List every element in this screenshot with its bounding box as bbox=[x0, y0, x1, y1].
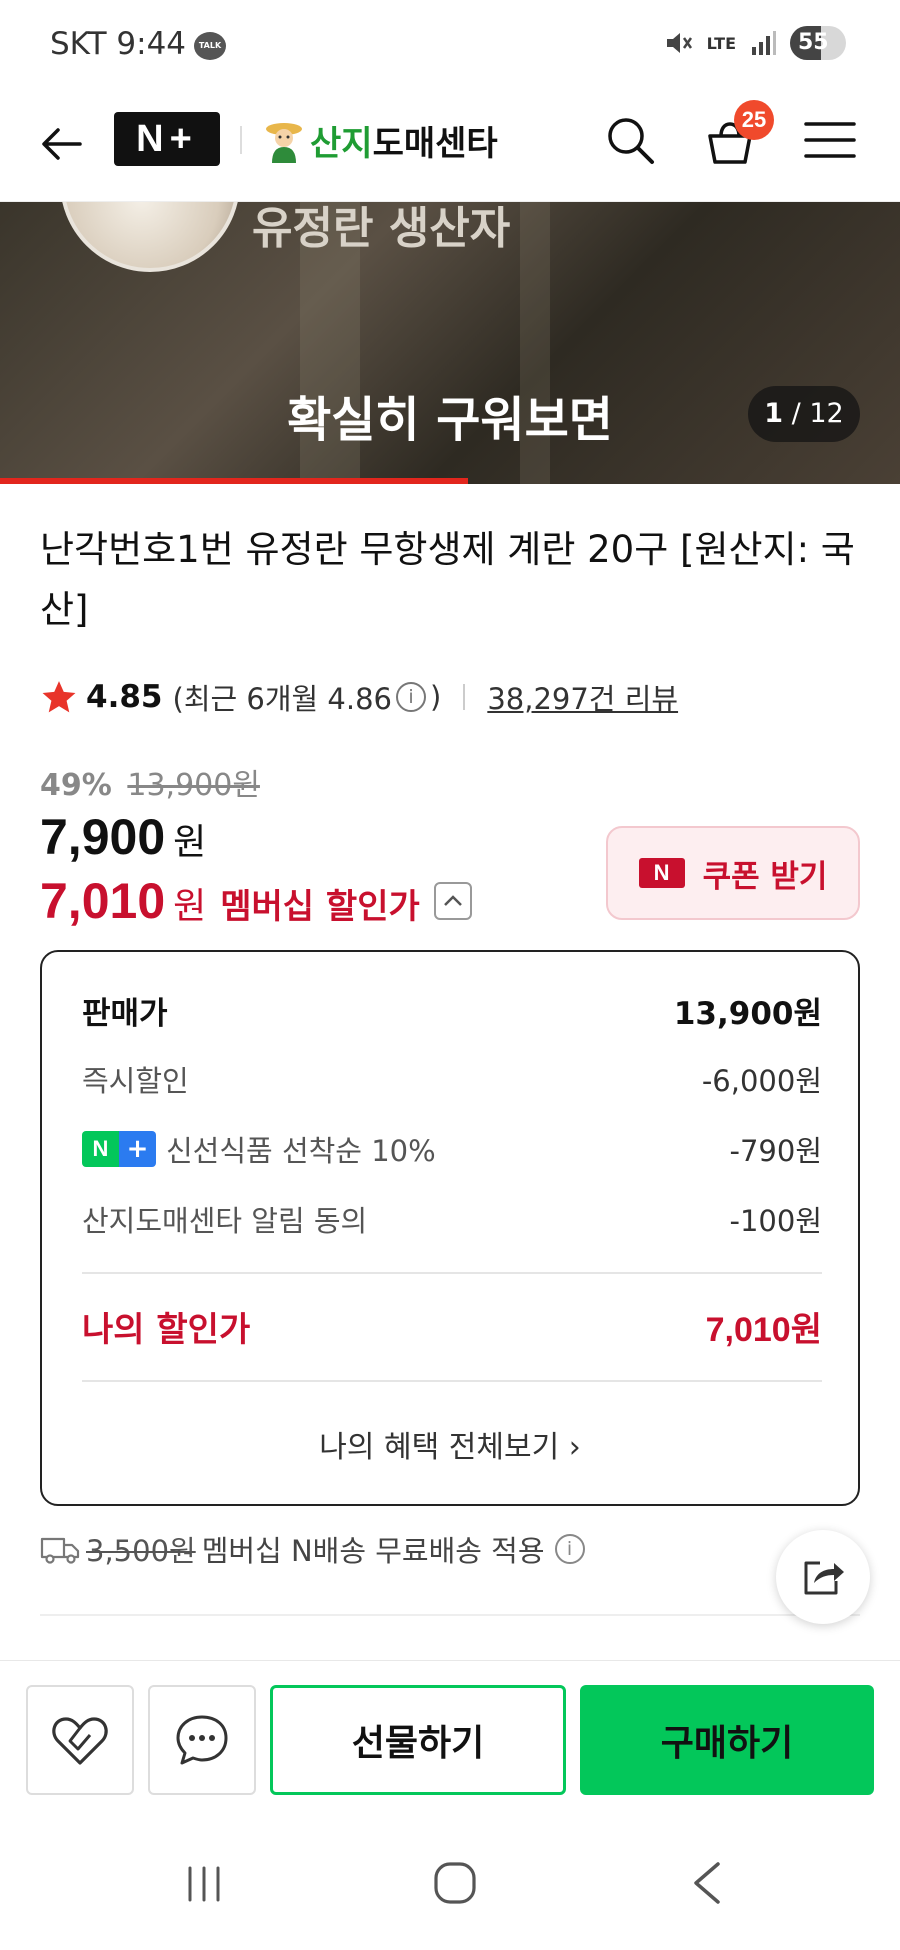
membership-price: 7,010 bbox=[40, 873, 166, 929]
coupon-button[interactable]: N 쿠폰 받기 bbox=[606, 826, 860, 920]
network-type: LTE bbox=[706, 33, 736, 53]
cart-count-badge: 25 bbox=[734, 100, 774, 140]
back-arrow-icon[interactable] bbox=[36, 118, 88, 170]
system-navigation-bar bbox=[0, 1830, 900, 1950]
discount-percent: 49% bbox=[40, 768, 112, 803]
store-brand[interactable]: 산지도매센타 bbox=[264, 116, 498, 165]
sale-price-value: 7,900 bbox=[40, 809, 166, 865]
image-counter-separator: / bbox=[791, 398, 801, 429]
review-count-link[interactable]: 38,297건 리뷰 bbox=[487, 676, 678, 718]
rating-score: 4.85 bbox=[86, 679, 163, 715]
search-icon[interactable] bbox=[602, 112, 658, 168]
naver-plus-badge-icon: N + bbox=[82, 1131, 156, 1167]
view-all-benefits-link[interactable]: 나의 혜택 전체보기 › bbox=[42, 1422, 858, 1466]
membership-price-label: 멤버십 할인가 bbox=[220, 887, 420, 927]
talk-chat-button[interactable] bbox=[148, 1685, 256, 1795]
breakdown-row-alert-consent: 산지도매센타 알림 동의 -100원 bbox=[82, 1198, 822, 1240]
recent-rating-label: (최근 6개월 4.86 bbox=[172, 682, 393, 716]
carousel-progress-bar bbox=[0, 478, 468, 484]
breakdown-label: 즉시할인 bbox=[82, 1064, 189, 1098]
membership-price-row: 7,010 원 멤버십 할인가 bbox=[40, 872, 472, 930]
breakdown-value: -6,000원 bbox=[701, 1064, 822, 1098]
my-discount-label: 나의 할인가 bbox=[82, 1310, 251, 1350]
wishlist-button[interactable] bbox=[26, 1685, 134, 1795]
breakdown-label: 산지도매센타 알림 동의 bbox=[82, 1204, 368, 1238]
membership-price-unit: 원 bbox=[173, 886, 207, 927]
system-back-icon[interactable] bbox=[690, 1860, 724, 1906]
original-price: 13,900원 bbox=[127, 768, 260, 803]
status-bar: SKT 9:44 TALK LTE 55 bbox=[0, 0, 900, 92]
discount-row: 49% 13,900원 bbox=[40, 760, 260, 804]
recent-rating-close: ) bbox=[430, 680, 442, 714]
heart-icon bbox=[52, 1717, 108, 1765]
breakdown-label: 판매가 bbox=[82, 996, 168, 1032]
sale-price-unit: 원 bbox=[173, 822, 207, 863]
info-icon[interactable]: i bbox=[396, 682, 426, 712]
image-counter-current: 1 bbox=[764, 398, 784, 429]
breakdown-label: 신선식품 선착순 10% bbox=[166, 1134, 436, 1168]
store-name-suffix: 도매센타 bbox=[372, 124, 498, 164]
image-counter-total: 12 bbox=[809, 398, 844, 429]
breakdown-row-instant-discount: 즉시할인 -6,000원 bbox=[82, 1058, 822, 1100]
breakdown-row-list-price: 판매가 13,900원 bbox=[82, 988, 822, 1033]
status-time: 9:44 bbox=[116, 26, 187, 62]
delivery-truck-icon bbox=[40, 1537, 80, 1564]
star-icon bbox=[42, 681, 76, 713]
rating-divider bbox=[463, 684, 466, 710]
status-carrier: SKT bbox=[50, 26, 107, 62]
status-carrier-time: SKT 9:44 bbox=[50, 26, 186, 62]
producer-photo bbox=[60, 202, 240, 272]
naver-plus-logo[interactable]: N+ bbox=[114, 112, 220, 166]
product-image-carousel[interactable]: 유정란 생산자 확실히 구워보면 1 / 12 bbox=[0, 202, 900, 484]
signal-icon bbox=[752, 31, 776, 55]
breakdown-divider bbox=[82, 1380, 822, 1382]
header-divider bbox=[240, 126, 242, 154]
store-name-prefix: 산지 bbox=[310, 124, 373, 164]
product-title: 난각번호1번 유정란 무항생제 계란 20구 [원산지: 국산] bbox=[40, 528, 855, 631]
chevron-up-icon[interactable] bbox=[433, 882, 472, 920]
store-name: 산지도매센타 bbox=[310, 116, 498, 165]
rating-row: 4.85 (최근 6개월 4.86 i ) 38,297건 리뷰 bbox=[40, 676, 678, 718]
breakdown-row-fresh-food: N + 신선식품 선착순 10% -790원 bbox=[82, 1128, 822, 1170]
producer-label: 유정란 생산자 bbox=[252, 203, 511, 254]
buy-button[interactable]: 구매하기 bbox=[580, 1685, 874, 1795]
shipping-original-fee: 3,500원 bbox=[86, 1534, 196, 1568]
coupon-button-label: 쿠폰 받기 bbox=[702, 858, 828, 895]
naver-n-icon: N bbox=[638, 858, 685, 888]
breakdown-label-group: N + 신선식품 선착순 10% bbox=[82, 1128, 436, 1170]
image-counter: 1 / 12 bbox=[748, 386, 860, 442]
mute-icon bbox=[666, 33, 692, 53]
farmer-mascot-icon bbox=[266, 122, 302, 163]
bottom-action-bar: 선물하기 구매하기 bbox=[0, 1660, 900, 1810]
hamburger-menu-icon[interactable] bbox=[804, 116, 856, 164]
breakdown-value: 13,900원 bbox=[673, 996, 822, 1032]
price-breakdown-panel: 판매가 13,900원 즉시할인 -6,000원 N + 신선식품 선착순 10%… bbox=[40, 950, 860, 1506]
breakdown-row-my-price: 나의 할인가 7,010원 bbox=[82, 1302, 822, 1351]
share-icon bbox=[804, 1561, 844, 1595]
my-discount-value: 7,010원 bbox=[705, 1311, 822, 1349]
battery-icon: 55 bbox=[790, 26, 846, 60]
gift-button[interactable]: 선물하기 bbox=[270, 1685, 566, 1795]
battery-level: 55 bbox=[798, 30, 829, 55]
recent-apps-icon[interactable] bbox=[184, 1864, 224, 1904]
info-icon[interactable]: i bbox=[554, 1534, 585, 1564]
share-button[interactable] bbox=[776, 1530, 870, 1624]
status-icons: LTE 55 bbox=[663, 26, 846, 60]
section-divider bbox=[40, 1614, 860, 1616]
home-icon[interactable] bbox=[432, 1860, 478, 1906]
breakdown-value: -790원 bbox=[729, 1134, 823, 1168]
breakdown-value: -100원 bbox=[729, 1204, 823, 1238]
shipping-text: 멤버십 N배송 무료배송 적용 bbox=[201, 1534, 545, 1568]
kakaotalk-notification-icon: TALK bbox=[194, 32, 226, 60]
sale-price: 7,900 원 bbox=[40, 808, 206, 866]
app-header: N+ 산지도매센타 25 bbox=[0, 92, 900, 202]
chat-bubble-icon bbox=[176, 1715, 228, 1765]
breakdown-divider bbox=[82, 1272, 822, 1274]
shipping-row: 3,500원 멤버십 N배송 무료배송 적용 i bbox=[40, 1528, 585, 1570]
